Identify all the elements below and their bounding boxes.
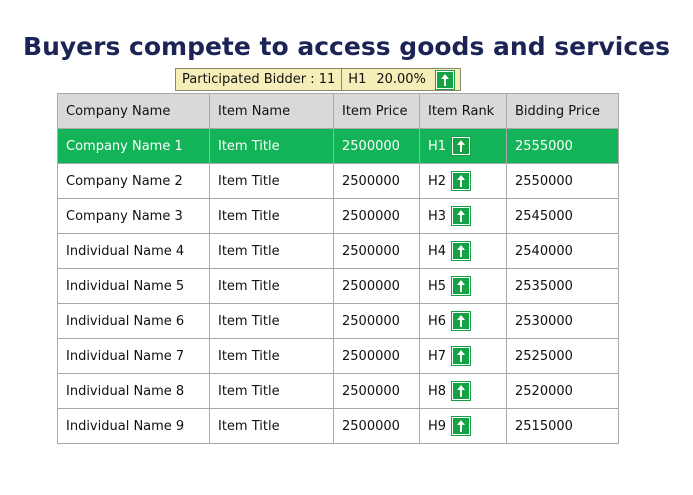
arrow-up-icon [452, 172, 471, 190]
table-row[interactable]: Individual Name 4 Item Title 2500000 H4 … [57, 233, 619, 269]
rank-label: H8 [428, 383, 447, 399]
arrow-up-icon [452, 242, 471, 260]
table-row[interactable]: Company Name 2 Item Title 2500000 H2 255… [57, 163, 619, 199]
bidding-price-cell: 2535000 [506, 268, 619, 304]
item-price-cell: 2500000 [333, 198, 420, 234]
company-name-cell: Individual Name 4 [57, 233, 210, 269]
bidding-price-cell: 2520000 [506, 373, 619, 409]
bidding-price-cell: 2540000 [506, 233, 619, 269]
item-rank-cell: H8 [419, 373, 507, 409]
participated-bidder-count: Participated Bidder : 11 [182, 72, 336, 87]
item-price-cell: 2500000 [333, 268, 420, 304]
bidding-price-cell: 2525000 [506, 338, 619, 374]
item-rank-cell: H1 [419, 128, 507, 164]
item-rank-cell: H5 [419, 268, 507, 304]
column-header-item-rank[interactable]: Item Rank [419, 93, 507, 129]
rank-label: H2 [428, 173, 447, 189]
arrow-up-icon [435, 70, 454, 89]
bidding-price-cell: 2555000 [506, 128, 619, 164]
rank-label: H3 [428, 208, 447, 224]
item-name-cell: Item Title [209, 268, 334, 304]
table-row[interactable]: Individual Name 7 Item Title 2500000 H7 … [57, 338, 619, 374]
table-row[interactable]: Individual Name 5 Item Title 2500000 H5 … [57, 268, 619, 304]
table-row[interactable]: Individual Name 6 Item Title 2500000 H6 … [57, 303, 619, 339]
item-rank-cell: H3 [419, 198, 507, 234]
item-price-cell: 2500000 [333, 373, 420, 409]
item-price-cell: 2500000 [333, 408, 420, 444]
item-rank-cell: H6 [419, 303, 507, 339]
arrow-up-icon [452, 347, 471, 365]
bidding-price-cell: 2550000 [506, 163, 619, 199]
company-name-cell: Individual Name 9 [57, 408, 210, 444]
rank-label: H7 [428, 348, 447, 364]
company-name-cell: Individual Name 6 [57, 303, 210, 339]
company-name-cell: Individual Name 5 [57, 268, 210, 304]
bids-table: Company Name Item Name Item Price Item R… [57, 93, 619, 444]
table-row[interactable]: Individual Name 8 Item Title 2500000 H8 … [57, 373, 619, 409]
page-title: Buyers compete to access goods and servi… [23, 32, 670, 61]
company-name-cell: Individual Name 8 [57, 373, 210, 409]
item-name-cell: Item Title [209, 303, 334, 339]
item-name-cell: Item Title [209, 128, 334, 164]
arrow-up-icon [452, 417, 471, 435]
item-name-cell: Item Title [209, 408, 334, 444]
table-row[interactable]: Company Name 3 Item Title 2500000 H3 254… [57, 198, 619, 234]
item-rank-cell: H4 [419, 233, 507, 269]
arrow-up-icon [452, 312, 471, 330]
item-price-cell: 2500000 [333, 303, 420, 339]
item-price-cell: 2500000 [333, 233, 420, 269]
rank-label: H9 [428, 418, 447, 434]
arrow-up-icon [452, 207, 471, 225]
company-name-cell: Individual Name 7 [57, 338, 210, 374]
rank-label: H4 [428, 243, 447, 259]
rank-label: H6 [428, 313, 447, 329]
column-header-bidding-price[interactable]: Bidding Price [506, 93, 619, 129]
item-rank-cell: H9 [419, 408, 507, 444]
table-row[interactable]: Company Name 1 Item Title 2500000 H1 255… [57, 128, 619, 164]
bidding-price-cell: 2545000 [506, 198, 619, 234]
top-rank-summary: H1 20.00% [341, 69, 460, 90]
bidding-price-cell: 2530000 [506, 303, 619, 339]
column-header-company-name[interactable]: Company Name [57, 93, 210, 129]
item-name-cell: Item Title [209, 338, 334, 374]
column-header-item-name[interactable]: Item Name [209, 93, 334, 129]
item-rank-cell: H7 [419, 338, 507, 374]
company-name-cell: Company Name 2 [57, 163, 210, 199]
rank-label: H1 [428, 138, 447, 154]
item-price-cell: 2500000 [333, 163, 420, 199]
bid-summary-bar: Participated Bidder : 11 H1 20.00% [175, 68, 461, 91]
company-name-cell: Company Name 1 [57, 128, 210, 164]
top-rank-label: H1 [348, 72, 367, 87]
item-name-cell: Item Title [209, 373, 334, 409]
arrow-up-icon [452, 137, 471, 155]
arrow-up-icon [452, 382, 471, 400]
item-price-cell: 2500000 [333, 128, 420, 164]
table-row[interactable]: Individual Name 9 Item Title 2500000 H9 … [57, 408, 619, 444]
table-header-row: Company Name Item Name Item Price Item R… [57, 93, 619, 129]
bidding-price-cell: 2515000 [506, 408, 619, 444]
item-rank-cell: H2 [419, 163, 507, 199]
column-header-item-price[interactable]: Item Price [333, 93, 420, 129]
top-rank-percent: 20.00% [376, 72, 426, 87]
company-name-cell: Company Name 3 [57, 198, 210, 234]
item-name-cell: Item Title [209, 233, 334, 269]
item-name-cell: Item Title [209, 163, 334, 199]
rank-label: H5 [428, 278, 447, 294]
item-name-cell: Item Title [209, 198, 334, 234]
item-price-cell: 2500000 [333, 338, 420, 374]
arrow-up-icon [452, 277, 471, 295]
